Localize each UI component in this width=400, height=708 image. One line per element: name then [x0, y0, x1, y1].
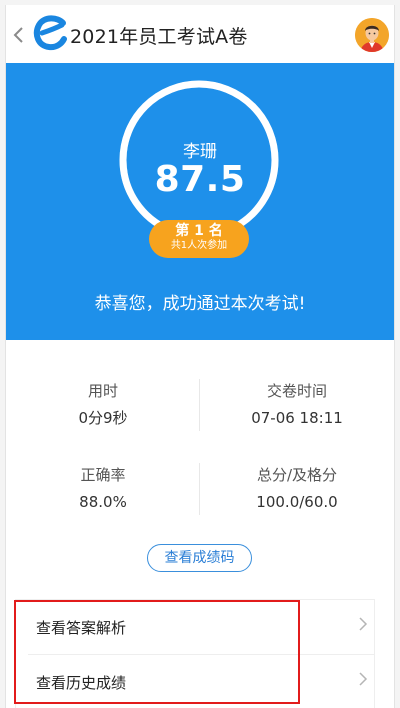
stat-accuracy-value: 88.0% — [79, 493, 127, 511]
stat-submit-value: 07-06 18:11 — [251, 409, 343, 427]
stat-score: 总分/及格分 100.0/60.0 — [200, 465, 394, 512]
rank-label: 第 1 名 — [175, 223, 223, 239]
stats-panel: 用时 0分9秒 交卷时间 07-06 18:11 正确率 88.0% 总分/及格… — [6, 365, 394, 525]
stat-score-label: 总分/及格分 — [256, 466, 338, 484]
user-avatar-icon[interactable] — [355, 18, 389, 52]
e-logo-icon — [32, 15, 70, 51]
view-history-scores-label: 查看历史成绩 — [36, 674, 127, 692]
score-value: 87.5 — [154, 159, 246, 200]
chevron-right-icon — [358, 671, 368, 692]
stat-accuracy: 正确率 88.0% — [6, 465, 200, 512]
participants-count: 共1人次参加 — [170, 240, 228, 251]
view-answer-analysis-label: 查看答案解析 — [36, 619, 127, 637]
back-button[interactable] — [12, 25, 26, 45]
stat-accuracy-label: 正确率 — [80, 466, 126, 484]
stat-submit-label: 交卷时间 — [266, 382, 327, 400]
chevron-right-icon — [358, 616, 368, 637]
stat-score-value: 100.0/60.0 — [256, 493, 338, 511]
stat-divider — [199, 463, 200, 515]
stat-divider — [199, 379, 200, 431]
view-answer-analysis-item[interactable]: 查看答案解析 — [16, 600, 374, 655]
app-screen: 2021年员工考试A卷 李珊 87.5 第 1 名 共1人次参加 恭喜您，成功通… — [5, 5, 395, 708]
congrats-message: 恭喜您，成功通过本次考试! — [94, 294, 306, 314]
rank-badge: 第 1 名 共1人次参加 — [149, 220, 249, 258]
chevron-left-icon — [13, 27, 23, 43]
stat-time: 用时 0分9秒 — [6, 381, 200, 428]
view-history-scores-item[interactable]: 查看历史成绩 — [16, 655, 374, 708]
header: 2021年员工考试A卷 — [6, 5, 394, 63]
action-list: 查看答案解析 查看历史成绩 — [15, 599, 375, 708]
stat-time-value: 0分9秒 — [78, 409, 128, 427]
stat-time-label: 用时 — [87, 382, 118, 400]
score-panel: 李珊 87.5 第 1 名 共1人次参加 恭喜您，成功通过本次考试! — [6, 63, 394, 340]
page-title: 2021年员工考试A卷 — [70, 26, 248, 48]
stat-submit-time: 交卷时间 07-06 18:11 — [200, 381, 394, 428]
view-score-code-button[interactable]: 查看成绩码 — [147, 544, 252, 572]
